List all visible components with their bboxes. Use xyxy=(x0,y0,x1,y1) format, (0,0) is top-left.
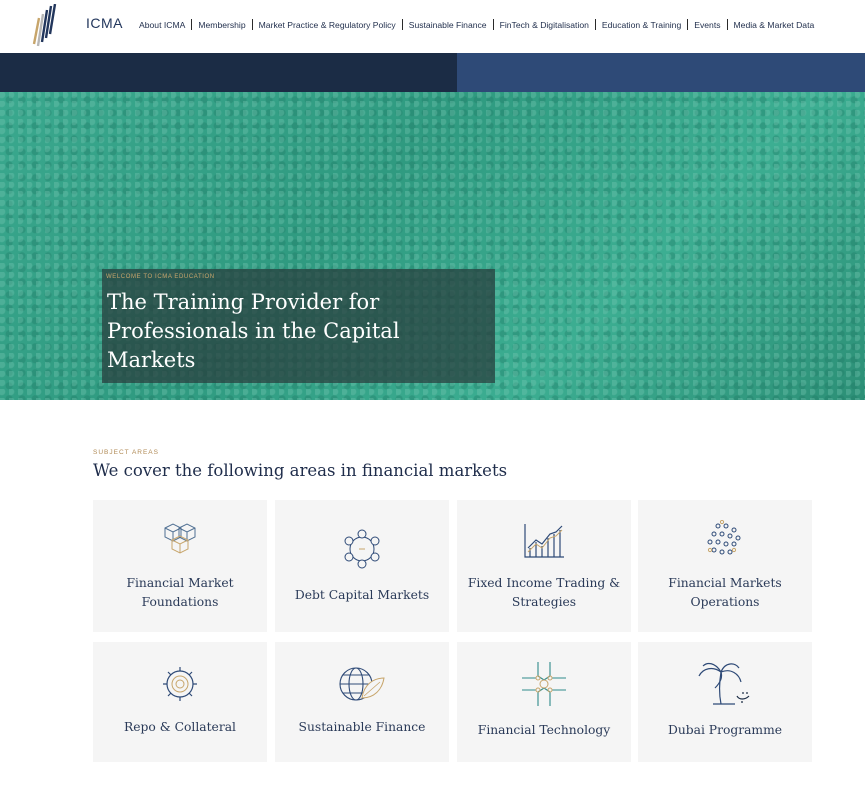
subnav-bar-right xyxy=(457,53,865,92)
subject-card-label: Sustainable Finance xyxy=(298,720,426,734)
line-chart-icon xyxy=(524,524,564,558)
subject-card-financial-markets-operations[interactable]: Financial Markets Operations xyxy=(638,500,812,632)
logo-stripes-icon xyxy=(32,3,57,47)
nav-membership[interactable]: Membership xyxy=(192,20,251,30)
dots-icon xyxy=(707,520,741,555)
nav-fintech[interactable]: FinTech & Digitalisation xyxy=(494,20,595,30)
gear-icon xyxy=(163,667,197,701)
nav-sustainable-finance[interactable]: Sustainable Finance xyxy=(403,20,493,30)
cubes-icon xyxy=(164,523,196,554)
subject-card-debt-capital-markets[interactable]: Debt Capital Markets xyxy=(275,500,449,632)
circuit-icon xyxy=(522,662,566,706)
main-navigation: About ICMA Membership Market Practice & … xyxy=(139,19,820,30)
hero-title: The Training Provider for Professionals … xyxy=(107,290,400,372)
subject-card-label: Repo & Collateral xyxy=(124,720,236,734)
subject-card-repo-collateral[interactable]: Repo & Collateral xyxy=(93,642,267,762)
subject-card-label: Financial Market Foundations xyxy=(126,576,234,609)
nav-about-icma[interactable]: About ICMA xyxy=(139,20,191,30)
nav-events[interactable]: Events xyxy=(688,20,726,30)
nav-market-practice[interactable]: Market Practice & Regulatory Policy xyxy=(253,20,402,30)
hero-eyebrow: WELCOME TO ICMA EDUCATION xyxy=(106,274,215,280)
section-eyebrow: SUBJECT AREAS xyxy=(93,449,159,456)
subject-card-label: Debt Capital Markets xyxy=(294,588,430,602)
subject-card-dubai-programme[interactable]: Dubai Programme xyxy=(638,642,812,762)
network-icon xyxy=(344,529,380,569)
subject-card-label: Financial Markets Operations xyxy=(668,576,782,609)
site-header: ICMA About ICMA Membership Market Practi… xyxy=(0,0,865,53)
subject-card-label: Fixed Income Trading & Strategies xyxy=(467,576,621,609)
subject-card-sustainable-finance[interactable]: Sustainable Finance xyxy=(275,642,449,762)
logo-wordmark: ICMA xyxy=(86,15,123,31)
subject-card-fixed-income-trading[interactable]: Fixed Income Trading & Strategies xyxy=(457,500,631,632)
icma-logo[interactable]: ICMA xyxy=(28,3,123,50)
globe-leaf-icon xyxy=(339,667,385,701)
subject-card-label: Dubai Programme xyxy=(667,723,783,737)
subnav-bar-left xyxy=(0,53,457,92)
subject-card-financial-market-foundations[interactable]: Financial Market Foundations xyxy=(93,500,267,632)
nav-education-training[interactable]: Education & Training xyxy=(596,20,687,30)
subject-card-label: Financial Technology xyxy=(477,723,611,737)
palm-tree-icon xyxy=(698,662,750,705)
nav-media-market-data[interactable]: Media & Market Data xyxy=(728,20,821,30)
section-title: We cover the following areas in financia… xyxy=(93,461,508,480)
subject-card-financial-technology[interactable]: Financial Technology xyxy=(457,642,631,762)
